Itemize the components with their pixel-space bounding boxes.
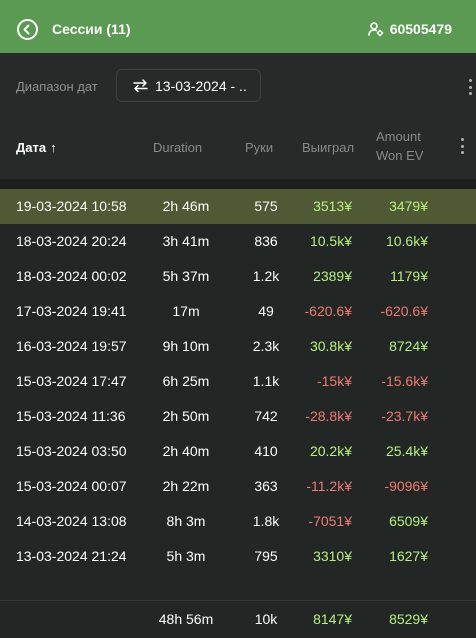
row-won-ev: 3479¥ bbox=[389, 198, 428, 214]
row-won-ev: -15.6k¥ bbox=[381, 373, 428, 389]
row-won: -28.8k¥ bbox=[305, 408, 352, 424]
table-row[interactable]: 18-03-2024 20:24 3h 41m 836 10.5k¥ 10.6k¥ bbox=[0, 224, 476, 259]
app-header: Сессии (11) 60505479 bbox=[0, 0, 476, 53]
row-won: 3513¥ bbox=[313, 198, 352, 214]
date-range-value: 13-03-2024 - .. bbox=[155, 77, 247, 94]
user-settings-icon bbox=[367, 22, 383, 37]
row-won-ev: 6509¥ bbox=[389, 513, 428, 529]
table-row[interactable]: 16-03-2024 19:57 9h 10m 2.3k 30.8k¥ 8724¥ bbox=[0, 329, 476, 364]
table-row[interactable]: 18-03-2024 00:02 5h 37m 1.2k 2389¥ 1179¥ bbox=[0, 259, 476, 294]
row-won-ev: -23.7k¥ bbox=[381, 408, 428, 424]
column-label-won-ev: Won EV bbox=[376, 148, 424, 163]
row-date: 13-03-2024 21:24 bbox=[16, 548, 127, 564]
user-account[interactable]: 60505479 bbox=[367, 21, 452, 37]
row-hands: 2.3k bbox=[252, 338, 280, 354]
row-date: 15-03-2024 11:36 bbox=[16, 408, 126, 424]
column-header-won[interactable]: Выиграл bbox=[302, 138, 354, 157]
back-arrow-icon bbox=[23, 24, 30, 35]
row-date: 15-03-2024 17:47 bbox=[16, 373, 127, 389]
totals-row: 48h 56m 10k 8147¥ 8529¥ bbox=[0, 600, 476, 638]
total-won-ev: 8529¥ bbox=[389, 611, 428, 627]
user-id: 60505479 bbox=[389, 21, 452, 37]
header-separator bbox=[0, 179, 476, 189]
row-duration: 6h 25m bbox=[162, 373, 210, 389]
row-date: 16-03-2024 19:57 bbox=[16, 338, 127, 354]
row-duration: 2h 40m bbox=[162, 443, 210, 459]
row-date: 18-03-2024 20:24 bbox=[16, 233, 127, 249]
total-won: 8147¥ bbox=[313, 611, 352, 627]
table-row[interactable]: 17-03-2024 19:41 17m 49 -620.6¥ -620.6¥ bbox=[0, 294, 476, 329]
row-duration: 9h 10m bbox=[162, 338, 210, 354]
row-won: -7051¥ bbox=[308, 513, 352, 529]
row-hands: 575 bbox=[254, 198, 278, 214]
row-won-ev: -620.6¥ bbox=[380, 303, 428, 319]
column-header-amount-won-ev[interactable]: Amount Won EV bbox=[376, 127, 436, 165]
row-date: 18-03-2024 00:02 bbox=[16, 268, 127, 284]
row-won-ev: 1627¥ bbox=[389, 548, 428, 564]
total-hands: 10k bbox=[254, 611, 278, 627]
row-hands: 1.1k bbox=[252, 373, 280, 389]
row-hands: 795 bbox=[254, 548, 278, 564]
row-duration: 17m bbox=[172, 303, 200, 319]
swap-arrows-icon bbox=[133, 79, 148, 92]
row-duration: 2h 22m bbox=[162, 478, 210, 494]
row-hands: 49 bbox=[258, 303, 274, 319]
row-hands: 363 bbox=[254, 478, 278, 494]
row-duration: 3h 41m bbox=[162, 233, 210, 249]
row-won: 10.5k¥ bbox=[309, 233, 352, 249]
date-range-label: Диапазон дат bbox=[16, 79, 98, 94]
row-hands: 1.8k bbox=[252, 513, 280, 529]
row-won: 3310¥ bbox=[313, 548, 352, 564]
row-won-ev: 25.4k¥ bbox=[385, 443, 428, 459]
back-button[interactable] bbox=[17, 19, 38, 40]
row-date: 17-03-2024 19:41 bbox=[16, 303, 127, 319]
row-won: -15k¥ bbox=[316, 373, 352, 389]
row-hands: 836 bbox=[254, 233, 278, 249]
row-hands: 742 bbox=[254, 408, 278, 424]
table-row[interactable]: 15-03-2024 17:47 6h 25m 1.1k -15k¥ -15.6k¥ bbox=[0, 364, 476, 399]
row-duration: 5h 37m bbox=[162, 268, 210, 284]
row-duration: 2h 46m bbox=[162, 198, 210, 214]
row-duration: 8h 3m bbox=[166, 513, 206, 529]
total-duration: 48h 56m bbox=[158, 611, 214, 627]
row-won: -620.6¥ bbox=[304, 303, 352, 319]
column-header-duration[interactable]: Duration bbox=[153, 138, 202, 157]
filter-more-icon[interactable] bbox=[466, 79, 474, 95]
row-hands: 1.2k bbox=[252, 268, 280, 284]
row-duration: 2h 50m bbox=[162, 408, 210, 424]
table-row[interactable]: 19-03-2024 10:58 2h 46m 575 3513¥ 3479¥ bbox=[0, 189, 476, 224]
column-label-date: Дата bbox=[16, 140, 47, 155]
row-won: 20.2k¥ bbox=[309, 443, 352, 459]
row-won-ev: 1179¥ bbox=[390, 268, 428, 284]
table-row[interactable]: 13-03-2024 21:24 5h 3m 795 3310¥ 1627¥ bbox=[0, 539, 476, 574]
column-header-date[interactable]: Дата ↑ bbox=[16, 138, 57, 157]
row-won: 30.8k¥ bbox=[309, 338, 352, 354]
row-won: 2389¥ bbox=[313, 268, 352, 284]
row-duration: 5h 3m bbox=[166, 548, 206, 564]
date-range-select[interactable]: 13-03-2024 - .. bbox=[116, 69, 261, 102]
column-label-amount: Amount bbox=[376, 129, 421, 144]
row-won-ev: 8724¥ bbox=[389, 338, 428, 354]
table-row[interactable]: 15-03-2024 11:36 2h 50m 742 -28.8k¥ -23.7k¥ bbox=[0, 399, 476, 434]
table-row[interactable]: 15-03-2024 03:50 2h 40m 410 20.2k¥ 25.4k¥ bbox=[0, 434, 476, 469]
row-won-ev: -9096¥ bbox=[384, 478, 428, 494]
row-won: -11.2k¥ bbox=[306, 478, 352, 494]
row-date: 15-03-2024 03:50 bbox=[16, 443, 127, 459]
column-settings-icon[interactable] bbox=[458, 138, 466, 154]
column-header-hands[interactable]: Руки bbox=[245, 138, 273, 157]
sort-arrow-icon: ↑ bbox=[50, 140, 57, 155]
row-date: 19-03-2024 10:58 bbox=[16, 198, 127, 214]
table-row[interactable]: 14-03-2024 13:08 8h 3m 1.8k -7051¥ 6509¥ bbox=[0, 504, 476, 539]
row-hands: 410 bbox=[254, 443, 278, 459]
row-date: 15-03-2024 00:07 bbox=[16, 478, 127, 494]
table-row[interactable]: 15-03-2024 00:07 2h 22m 363 -11.2k¥ -9096¥ bbox=[0, 469, 476, 504]
page-title: Сессии (11) bbox=[52, 21, 131, 37]
row-won-ev: 10.6k¥ bbox=[385, 233, 428, 249]
row-date: 14-03-2024 13:08 bbox=[16, 513, 127, 529]
